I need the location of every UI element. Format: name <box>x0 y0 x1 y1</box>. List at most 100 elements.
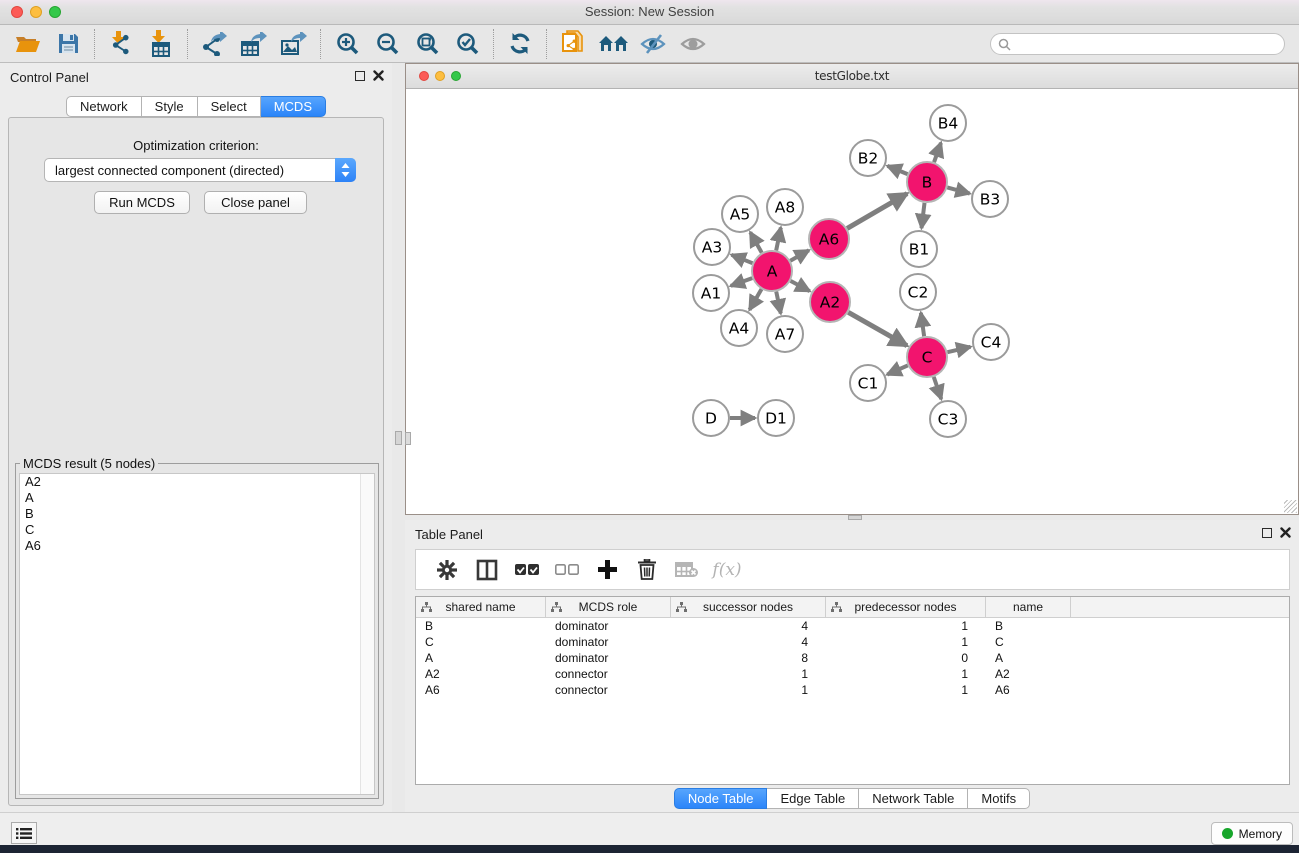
refresh-button[interactable] <box>500 28 540 60</box>
table-cell[interactable]: connector <box>546 666 671 682</box>
table-cell[interactable]: 1 <box>671 682 826 698</box>
table-cell[interactable]: 4 <box>671 634 826 650</box>
tab-style[interactable]: Style <box>142 96 198 117</box>
column-header-predecessor-nodes[interactable]: predecessor nodes <box>826 597 986 617</box>
table-row[interactable]: Cdominator41C <box>416 634 1289 650</box>
scrollbar-track[interactable] <box>360 474 374 794</box>
memory-button[interactable]: Memory <box>1211 822 1293 845</box>
table-cell[interactable]: 1 <box>826 618 986 634</box>
export-image-button[interactable] <box>274 28 314 60</box>
table-row[interactable]: Adominator80A <box>416 650 1289 666</box>
column-header-successor-nodes[interactable]: successor nodes <box>671 597 826 617</box>
edge-A-A3[interactable] <box>731 255 752 263</box>
edge-C-C3[interactable] <box>934 377 942 399</box>
vertical-split-divider[interactable] <box>392 63 405 812</box>
network-canvas[interactable]: AA1A2A3A4A5A6A7A8BB1B2B3B4CC1C2C3C4DD1 <box>406 90 1298 514</box>
table-cell[interactable]: A2 <box>416 666 546 682</box>
table-cell[interactable]: 0 <box>826 650 986 666</box>
table-cell[interactable]: 1 <box>826 634 986 650</box>
column-header-shared-name[interactable]: shared name <box>416 597 546 617</box>
add-column-button[interactable] <box>592 555 622 585</box>
save-session-button[interactable] <box>48 28 88 60</box>
search-input[interactable] <box>990 33 1285 55</box>
export-network-button[interactable] <box>194 28 234 60</box>
show-all-button[interactable] <box>673 28 713 60</box>
edge-A2-C[interactable] <box>848 312 907 345</box>
table-cell[interactable]: 8 <box>671 650 826 666</box>
edge-B-B4[interactable] <box>934 143 941 162</box>
table-cell[interactable]: C <box>986 634 1071 650</box>
divider-grip[interactable] <box>395 431 402 445</box>
float-panel-icon[interactable] <box>355 71 365 81</box>
edge-A-A8[interactable] <box>776 228 781 251</box>
run-mcds-button[interactable]: Run MCDS <box>94 191 190 214</box>
table-row[interactable]: A2connector11A2 <box>416 666 1289 682</box>
resize-grip-icon[interactable] <box>1284 500 1297 513</box>
toggle-panel-mode-button[interactable] <box>472 555 502 585</box>
zoom-selected-button[interactable] <box>447 28 487 60</box>
column-header-name[interactable]: name <box>986 597 1071 617</box>
tab-network-table[interactable]: Network Table <box>859 788 968 809</box>
table-cell[interactable]: B <box>416 618 546 634</box>
edge-B-B2[interactable] <box>887 166 907 174</box>
mcds-result-item[interactable]: A <box>20 490 374 506</box>
task-history-button[interactable] <box>11 822 37 844</box>
table-cell[interactable]: B <box>986 618 1071 634</box>
mcds-result-list[interactable]: A2ABCA6 <box>19 473 375 795</box>
tab-edge-table[interactable]: Edge Table <box>767 788 859 809</box>
table-cell[interactable]: A2 <box>986 666 1071 682</box>
network-from-selection-button[interactable] <box>553 28 593 60</box>
open-session-button[interactable] <box>8 28 48 60</box>
first-neighbors-button[interactable] <box>593 28 633 60</box>
table-cell[interactable]: 1 <box>826 666 986 682</box>
edge-C-C4[interactable] <box>947 347 970 352</box>
table-cell[interactable]: dominator <box>546 650 671 666</box>
table-cell[interactable]: connector <box>546 682 671 698</box>
tab-network[interactable]: Network <box>66 96 142 117</box>
edge-A-A6[interactable] <box>790 250 809 260</box>
edge-B-B3[interactable] <box>947 187 969 193</box>
table-settings-button[interactable] <box>432 555 462 585</box>
table-cell[interactable]: A <box>416 650 546 666</box>
import-table-button[interactable] <box>141 28 181 60</box>
divider-grip[interactable] <box>405 432 411 445</box>
select-all-button[interactable] <box>512 555 542 585</box>
table-row[interactable]: A6connector11A6 <box>416 682 1289 698</box>
mcds-result-item[interactable]: A6 <box>20 538 374 554</box>
tab-motifs[interactable]: Motifs <box>968 788 1030 809</box>
tab-select[interactable]: Select <box>198 96 261 117</box>
edge-A-A5[interactable] <box>750 232 761 252</box>
close-panel-button[interactable]: Close panel <box>204 191 307 214</box>
tab-node-table[interactable]: Node Table <box>674 788 768 809</box>
edge-C-C2[interactable] <box>921 313 924 336</box>
mcds-result-item[interactable]: C <box>20 522 374 538</box>
deselect-all-button[interactable] <box>552 555 582 585</box>
table-cell[interactable]: A6 <box>416 682 546 698</box>
table-cell[interactable]: 4 <box>671 618 826 634</box>
edge-A-A2[interactable] <box>791 281 810 291</box>
edge-B-B1[interactable] <box>921 203 924 228</box>
zoom-in-button[interactable] <box>327 28 367 60</box>
table-cell[interactable]: dominator <box>546 618 671 634</box>
edge-A-A7[interactable] <box>776 292 781 314</box>
float-panel-icon[interactable] <box>1262 528 1272 538</box>
column-header-MCDS-role[interactable]: MCDS role <box>546 597 671 617</box>
zoom-out-button[interactable] <box>367 28 407 60</box>
close-panel-icon[interactable] <box>373 70 384 81</box>
table-cell[interactable]: A6 <box>986 682 1071 698</box>
mcds-result-item[interactable]: A2 <box>20 474 374 490</box>
delete-column-button[interactable] <box>632 555 662 585</box>
table-cell[interactable]: A <box>986 650 1071 666</box>
table-cell[interactable]: 1 <box>826 682 986 698</box>
optimization-criterion-select[interactable]: largest connected component (directed) <box>44 158 356 182</box>
table-cell[interactable]: dominator <box>546 634 671 650</box>
table-cell[interactable]: 1 <box>671 666 826 682</box>
edge-A-A1[interactable] <box>731 278 752 286</box>
tab-mcds[interactable]: MCDS <box>261 96 326 117</box>
export-table-button[interactable] <box>234 28 274 60</box>
edge-C-C1[interactable] <box>887 365 908 374</box>
zoom-fit-button[interactable] <box>407 28 447 60</box>
mcds-result-item[interactable]: B <box>20 506 374 522</box>
import-network-button[interactable] <box>101 28 141 60</box>
table-cell[interactable]: C <box>416 634 546 650</box>
